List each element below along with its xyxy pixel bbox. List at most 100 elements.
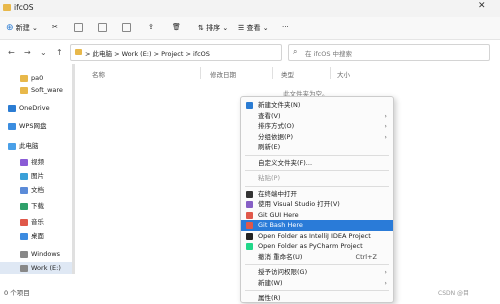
shortcut-label: Ctrl+Z — [355, 252, 377, 261]
search-box[interactable]: ⌕ 在 ifcOS 中搜索 — [288, 44, 490, 61]
window-title: ifcOS — [14, 3, 34, 12]
column-divider — [272, 67, 273, 79]
new-folder-icon — [246, 102, 253, 109]
sidebar-item[interactable]: 音乐 — [0, 216, 72, 228]
download-icon — [20, 202, 28, 210]
copy-icon[interactable] — [74, 23, 83, 32]
sidebar-item-label: 视频 — [31, 158, 44, 166]
pycharm-icon — [246, 243, 253, 250]
sidebar-item[interactable]: Work (E:) — [0, 262, 72, 274]
sidebar-item[interactable]: 视频 — [0, 156, 72, 168]
context-menu: 新建文件夹(N) 查看(V) › 排序方式(O) › 分组依据(P) › 刷新(E) 自定义文件… — [240, 96, 394, 303]
context-menu-item[interactable]: 使用 Visual Studio 打开(V) — [241, 199, 393, 210]
sidebar-item[interactable]: OneDrive — [0, 102, 72, 114]
picture-icon — [20, 172, 28, 180]
menu-separator — [245, 154, 389, 156]
column-header-size[interactable]: 大小 — [337, 69, 350, 79]
breadcrumb-work-drive[interactable]: Work (E:) — [122, 50, 152, 58]
more-button[interactable]: ··· — [282, 23, 289, 31]
menu-separator — [245, 264, 389, 265]
breadcrumb-ifcos[interactable]: ifcOS — [193, 50, 210, 58]
column-header-type[interactable]: 类型 — [281, 69, 294, 79]
context-menu-label: 授予访问权限(G) — [258, 268, 308, 276]
sidebar-scrollbar[interactable] — [72, 64, 75, 274]
sidebar-item[interactable]: 下载 — [0, 200, 72, 212]
context-menu-label: 分组依据(P) — [258, 132, 293, 141]
view-button[interactable]: ☰ 查看 ⌄ — [238, 23, 269, 33]
context-menu-label: 排序方式(O) — [258, 122, 295, 130]
share-icon[interactable]: ⇪ — [148, 23, 154, 31]
context-menu-label: Open Folder as PyCharm Project — [258, 242, 363, 250]
sidebar-item[interactable]: WPS网盘 — [0, 120, 72, 132]
sidebar-item-label: 图片 — [31, 172, 44, 180]
up-button[interactable]: ↑ — [56, 48, 63, 57]
breadcrumb: > 此电脑 > Work (E:) > Project > ifcOS — [85, 50, 210, 58]
rename-icon[interactable] — [122, 23, 131, 32]
forward-button[interactable]: → — [24, 48, 31, 57]
sidebar-item-label: OneDrive — [19, 104, 50, 112]
context-menu-label: Open Folder as IntelliJ IDEA Project — [258, 231, 371, 240]
recent-dropdown[interactable]: ⌄ — [40, 48, 47, 57]
delete-icon[interactable]: 🗑 — [172, 23, 181, 31]
context-menu-item[interactable]: 刷新(E) — [241, 142, 393, 153]
sidebar-item[interactable]: 图片 — [0, 170, 72, 182]
context-menu-item[interactable]: Git Bash Here — [241, 220, 393, 231]
address-bar[interactable]: > 此电脑 > Work (E:) > Project > ifcOS — [70, 44, 282, 61]
sidebar-item-label: 此电脑 — [19, 142, 39, 150]
plus-icon: ⊕ — [6, 23, 14, 33]
column-header-modified[interactable]: 修改日期 — [210, 69, 236, 79]
chevron-right-icon: › — [384, 122, 387, 130]
onedrive-icon — [8, 104, 16, 112]
context-menu-label: 自定义文件夹(F)... — [258, 158, 313, 167]
context-menu-item[interactable]: 授予访问权限(G) › — [241, 267, 393, 278]
status-item-count: 0 个项目 — [4, 289, 30, 297]
context-menu-item[interactable]: Git GUI Here — [241, 210, 393, 221]
context-menu-item[interactable]: 查看(V) › — [241, 111, 393, 122]
desktop-icon — [20, 232, 28, 240]
sidebar-item-label: 音乐 — [31, 218, 44, 226]
sort-button[interactable]: ⇅ 排序 ⌄ — [198, 23, 228, 33]
context-menu-item[interactable]: 分组依据(P) › — [241, 132, 393, 143]
sidebar-item-label: Work (E:) — [31, 264, 61, 272]
context-menu-item[interactable]: 新建(W) › — [241, 278, 393, 289]
context-menu-label: 撤消 重命名(U) — [258, 252, 303, 261]
breadcrumb-this-pc[interactable]: 此电脑 — [93, 50, 113, 58]
pc-icon — [8, 142, 16, 150]
context-menu-item[interactable]: 排序方式(O) › — [241, 121, 393, 132]
title-bar: ifcOS ✕ — [0, 0, 500, 17]
context-menu-item[interactable]: 自定义文件夹(F)... — [241, 158, 393, 169]
close-button[interactable]: ✕ — [478, 1, 486, 11]
drive-icon — [20, 250, 28, 258]
context-menu-item[interactable]: 撤消 重命名(U) Ctrl+Z — [241, 252, 393, 263]
sidebar-item[interactable]: Windows (C:) — [0, 248, 72, 270]
menu-separator — [245, 290, 389, 291]
back-button[interactable]: ← — [8, 48, 15, 57]
cut-icon[interactable]: ✂ — [52, 23, 58, 31]
navigation-pane: pa0 Soft_ware OneDrive WPS网盘此电脑视频图片文档下载音乐桌面… — [0, 64, 72, 301]
toolbar: ⊕ 新建 ⌄ ✂ ⇪ 🗑 ⇅ 排序 ⌄ ☰ 查看 ⌄ ··· — [0, 17, 500, 40]
context-menu-item[interactable]: 属性(R) — [241, 293, 393, 304]
folder-icon — [20, 74, 28, 82]
context-menu-label: 新建文件夹(N) — [258, 101, 301, 109]
context-menu-item[interactable]: Open Folder as PyCharm Project — [241, 241, 393, 252]
chevron-right-icon: › — [384, 278, 387, 287]
drive-icon — [20, 264, 28, 272]
sidebar-item[interactable]: 文档 — [0, 184, 72, 196]
new-button[interactable]: ⊕ 新建 ⌄ — [6, 23, 38, 33]
context-menu-item[interactable]: 新建文件夹(N) — [241, 100, 393, 111]
context-menu-label: 新建(W) — [258, 278, 283, 287]
sidebar-item[interactable]: 桌面 — [0, 230, 72, 242]
context-menu-item[interactable]: 在终端中打开 — [241, 189, 393, 200]
sidebar-item[interactable]: Soft_ware — [0, 84, 72, 96]
context-menu-label: 查看(V) — [258, 111, 281, 120]
paste-icon[interactable] — [98, 23, 107, 32]
sidebar-item[interactable]: pa0 — [0, 72, 72, 84]
breadcrumb-project[interactable]: Project — [161, 50, 183, 58]
sidebar-item[interactable]: 此电脑 — [0, 140, 72, 152]
terminal-icon — [246, 190, 253, 198]
sidebar-item-label: 桌面 — [31, 232, 44, 240]
context-menu-label: Git Bash Here — [258, 221, 303, 229]
column-header-name[interactable]: 名称 — [92, 69, 105, 79]
context-menu-label: 使用 Visual Studio 打开(V) — [258, 200, 340, 208]
context-menu-item[interactable]: Open Folder as IntelliJ IDEA Project — [241, 231, 393, 242]
